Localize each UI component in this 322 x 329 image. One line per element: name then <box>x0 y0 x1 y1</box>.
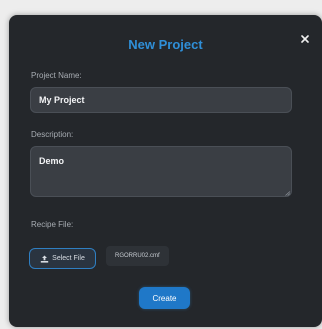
select-file-label: Select File <box>52 255 85 262</box>
selected-file-name: RGORRU02.cmf <box>106 246 169 266</box>
upload-icon <box>40 255 49 263</box>
resize-handle-icon[interactable] <box>285 191 291 196</box>
project-name-label: Project Name: <box>31 71 82 80</box>
description-textarea[interactable]: Demo <box>30 146 292 197</box>
dialog-title: New Project <box>128 37 203 52</box>
select-file-button[interactable]: Select File <box>29 248 96 269</box>
recipe-file-label: Recipe File: <box>31 220 74 229</box>
description-label: Description: <box>31 130 74 139</box>
project-name-input[interactable]: My Project <box>30 87 292 113</box>
create-button[interactable]: Create <box>139 287 190 309</box>
new-project-dialog: New Project Project Name: My Project Des… <box>9 15 322 327</box>
